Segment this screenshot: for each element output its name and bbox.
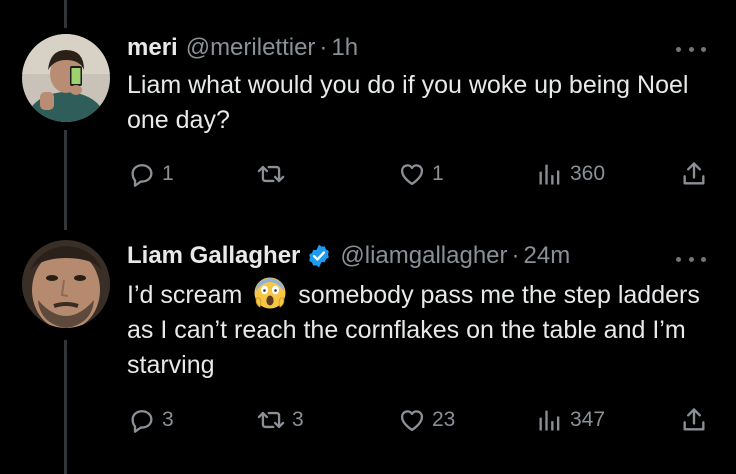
separator-dot: · <box>511 242 520 269</box>
tweet-text: I’d scream somebody pass me the step lad… <box>127 276 707 383</box>
timestamp[interactable]: 1h <box>331 32 358 64</box>
like-count: 23 <box>432 408 456 431</box>
views-button[interactable]: 360 <box>536 158 605 190</box>
views-button[interactable]: 347 <box>536 404 605 436</box>
action-bar: 3 3 23 347 <box>128 404 718 436</box>
timestamp[interactable]: 24m <box>524 240 571 272</box>
tweet-meri[interactable]: meri @merilettier · 1h Liam what would y… <box>0 28 736 228</box>
more-icon[interactable] <box>676 254 706 264</box>
tweet-liam-gallagher[interactable]: Liam Gallagher @liamgallagher · 24m I’d … <box>0 230 736 474</box>
reply-icon <box>128 160 156 188</box>
retweet-icon <box>256 160 286 188</box>
display-name[interactable]: meri <box>127 32 178 64</box>
reply-icon <box>128 406 156 434</box>
analytics-icon <box>536 406 564 434</box>
avatar[interactable] <box>22 34 110 122</box>
user-handle[interactable]: @merilettier <box>186 32 316 64</box>
share-icon <box>680 406 708 434</box>
share-button[interactable] <box>680 404 708 436</box>
face-screaming-in-fear-emoji <box>253 276 287 310</box>
more-icon[interactable] <box>676 44 706 54</box>
display-name[interactable]: Liam Gallagher <box>127 240 300 272</box>
reply-button[interactable]: 1 <box>128 158 174 190</box>
separator-dot: · <box>319 34 328 61</box>
reply-button[interactable]: 3 <box>128 404 174 436</box>
reply-count: 1 <box>162 162 174 185</box>
like-count: 1 <box>432 162 444 185</box>
avatar[interactable] <box>22 240 110 328</box>
share-icon <box>680 160 708 188</box>
tweet-text: Liam what would you do if you woke up be… <box>127 71 689 134</box>
view-count: 360 <box>570 162 606 185</box>
like-button[interactable]: 23 <box>398 404 455 436</box>
view-count: 347 <box>570 408 606 431</box>
share-button[interactable] <box>680 158 708 190</box>
tweet-text-start: I’d scream <box>127 281 243 309</box>
retweet-button[interactable] <box>256 158 292 190</box>
tweet-header: meri @merilettier · 1h <box>127 32 358 64</box>
verified-badge-icon[interactable] <box>306 243 332 269</box>
thread-connector-top <box>64 0 67 28</box>
analytics-icon <box>536 160 564 188</box>
heart-icon <box>398 160 426 188</box>
reply-count: 3 <box>162 408 174 431</box>
like-button[interactable]: 1 <box>398 158 444 190</box>
action-bar: 1 1 360 <box>128 158 718 190</box>
retweet-count: 3 <box>292 408 304 431</box>
heart-icon <box>398 406 426 434</box>
retweet-button[interactable]: 3 <box>256 404 304 436</box>
tweet-header: Liam Gallagher @liamgallagher · 24m <box>127 240 570 272</box>
retweet-icon <box>256 406 286 434</box>
user-handle[interactable]: @liamgallagher <box>340 240 507 272</box>
